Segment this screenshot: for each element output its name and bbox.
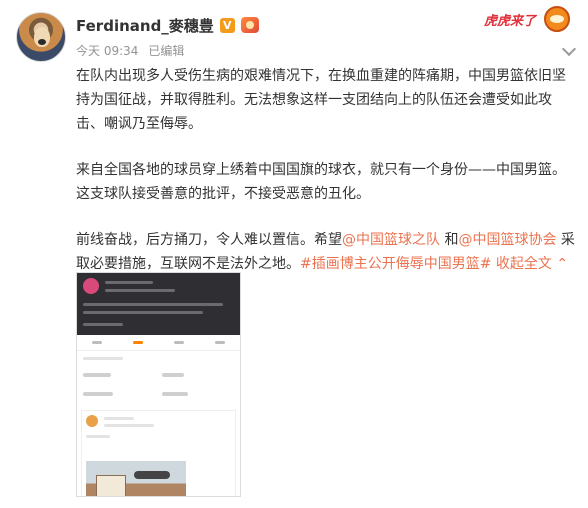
embed-text-line xyxy=(86,435,110,438)
embed-text-line xyxy=(83,357,123,360)
edited-label[interactable]: 已编辑 xyxy=(148,42,184,59)
embed-tag xyxy=(83,392,113,396)
username[interactable]: Ferdinand_麥穗豊 xyxy=(76,15,214,36)
embed-text-line xyxy=(105,289,175,292)
sticker-text: 虎虎来了 xyxy=(484,14,537,29)
embed-avatar xyxy=(83,278,99,294)
embed-illustration-image xyxy=(86,461,186,496)
post-paragraph-2: 来自全国各地的球员穿上绣着中国国旗的球衣，就只有一个身份——中国男篮。这支球队接… xyxy=(76,162,566,202)
post-meta: 今天 09:34 已编辑 xyxy=(76,42,184,59)
embed-text-line xyxy=(83,323,123,326)
embedded-screenshot-image[interactable] xyxy=(76,272,241,497)
embed-tag xyxy=(83,373,111,377)
collapse-full-text-link[interactable]: 收起全文 xyxy=(496,256,552,272)
embed-tabs xyxy=(77,335,240,351)
embed-text-line xyxy=(83,303,223,306)
embed-post-card xyxy=(81,410,236,496)
avatar-mouth xyxy=(38,39,46,45)
embed-text-line xyxy=(83,311,203,314)
topic-hashtag[interactable]: #插画博主公开侮辱中国男篮# xyxy=(300,256,491,272)
embed-tab xyxy=(92,341,103,344)
embed-tag xyxy=(162,392,189,396)
post-paragraph-1: 在队内出现多人受伤生病的艰难情况下，在换血重建的阵痛期，中国男篮依旧坚持为国征战… xyxy=(76,68,566,132)
post-content: 在队内出现多人受伤生病的艰难情况下，在换血重建的阵痛期，中国男篮依旧坚持为国征战… xyxy=(76,64,576,298)
embed-profile-header xyxy=(77,273,240,335)
embed-text-line xyxy=(104,417,134,420)
chevron-down-icon[interactable] xyxy=(561,41,577,57)
mention-china-basketball-team[interactable]: @中国篮球之队 xyxy=(342,232,440,248)
embed-tag xyxy=(162,373,185,377)
fan-badge-icon[interactable] xyxy=(240,17,259,33)
tiger-sticker-icon: 虎虎来了 xyxy=(484,6,576,34)
embed-text-line xyxy=(105,281,153,284)
post-paragraph-3: 前线奋战，后方捅刀，令人难以置信。希望@中国篮球之队 和@中国篮球协会 采取必要… xyxy=(76,228,576,276)
embed-text-line xyxy=(104,424,154,427)
post-time[interactable]: 今天 09:34 xyxy=(76,42,138,59)
collapse-chevron-icon[interactable]: ⌃ xyxy=(552,256,568,272)
paragraph-3-text-2: 和 xyxy=(440,232,459,248)
embed-tab xyxy=(214,341,225,344)
paragraph-3-text-1: 前线奋战，后方捅刀，令人难以置信。希望 xyxy=(76,232,342,248)
embed-tab xyxy=(133,341,144,344)
embed-card-avatar xyxy=(86,415,98,427)
username-row: Ferdinand_麥穗豊 V xyxy=(76,14,259,36)
weibo-post: Ferdinand_麥穗豊 V 今天 09:34 已编辑 虎虎来了 在队内出现多… xyxy=(0,0,588,508)
mention-china-basketball-association[interactable]: @中国篮球协会 xyxy=(458,232,556,248)
verified-icon: V xyxy=(219,17,235,33)
user-avatar[interactable] xyxy=(16,12,66,62)
tiger-face-icon xyxy=(544,6,570,32)
embed-tab xyxy=(173,341,184,344)
embed-tags xyxy=(77,366,240,404)
